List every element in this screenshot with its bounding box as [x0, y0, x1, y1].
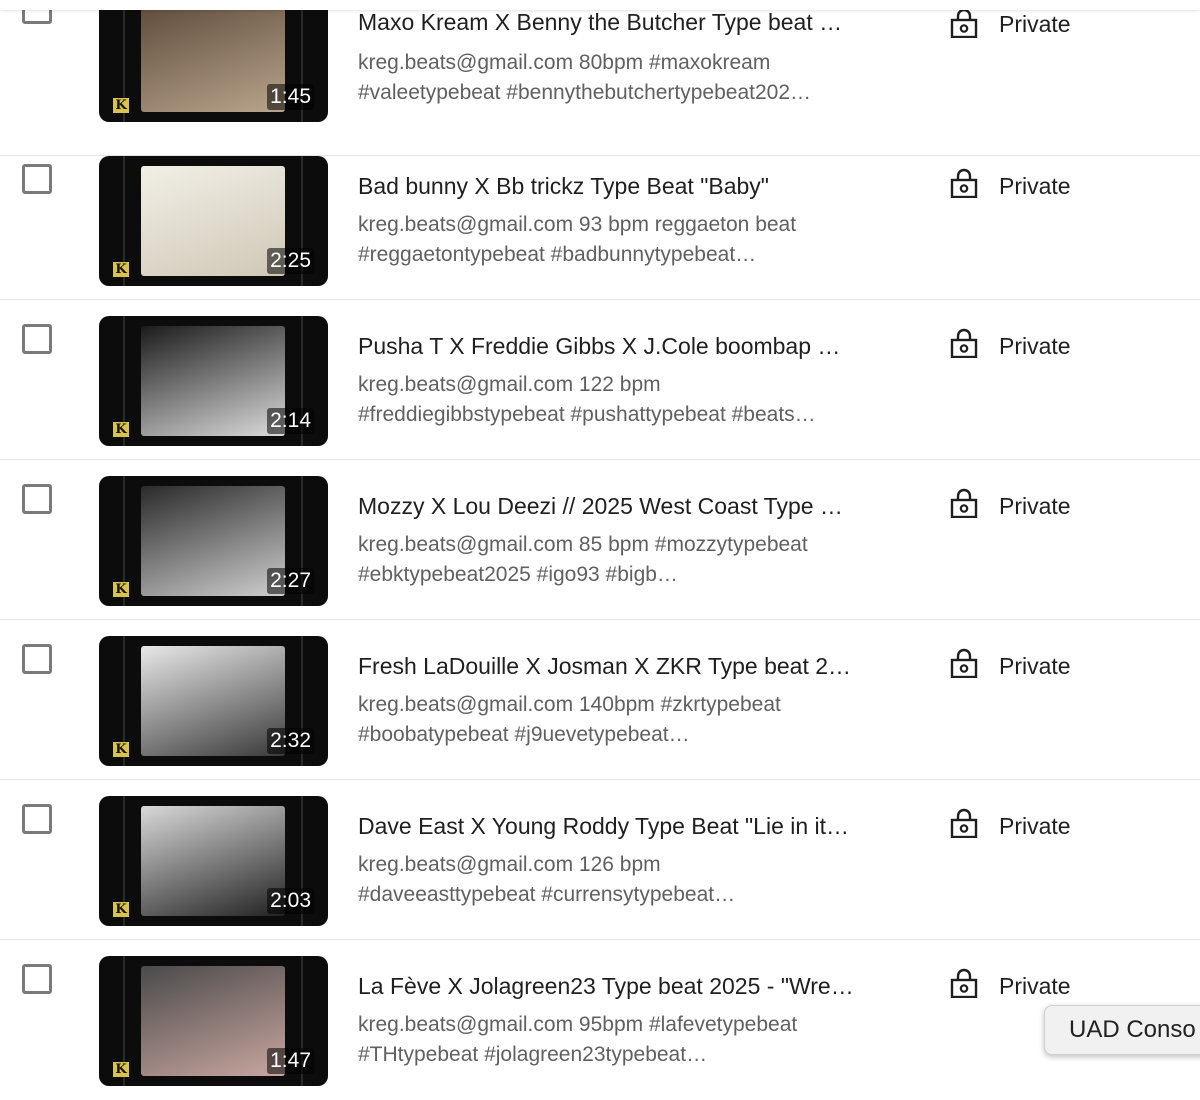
video-description-line1: kreg.beats@gmail.com 140bpm #zkrtypebeat — [358, 693, 781, 716]
row-checkbox[interactable] — [22, 164, 52, 194]
row-checkbox[interactable] — [22, 484, 52, 514]
video-title[interactable]: Fresh LaDouille X Josman X ZKR Type beat… — [358, 652, 878, 680]
visibility-status[interactable]: Private — [999, 332, 1071, 360]
thumbnail-photo — [141, 166, 285, 276]
lock-icon[interactable] — [950, 488, 978, 518]
video-thumbnail[interactable]: K 2:25 — [99, 156, 328, 286]
video-row[interactable]: K 2:14 Pusha T X Freddie Gibbs X J.Cole … — [0, 300, 1200, 460]
video-row[interactable]: K 2:25 Bad bunny X Bb trickz Type Beat "… — [0, 140, 1200, 300]
visibility-status[interactable]: Private — [999, 972, 1071, 1000]
thumbnail-photo — [141, 646, 285, 756]
video-thumbnail[interactable]: K 2:32 — [99, 636, 328, 766]
video-title[interactable]: Maxo Kream X Benny the Butcher Type beat… — [358, 8, 878, 36]
top-bar — [0, 0, 1200, 10]
visibility-status[interactable]: Private — [999, 492, 1071, 520]
channel-logo: K — [113, 742, 129, 757]
visibility-status[interactable]: Private — [999, 172, 1071, 200]
video-duration: 1:45 — [267, 84, 314, 110]
video-description-line1: kreg.beats@gmail.com 95bpm #lafevetypebe… — [358, 1013, 798, 1036]
video-description-line1: kreg.beats@gmail.com 122 bpm — [358, 373, 661, 396]
channel-logo: K — [113, 1062, 129, 1077]
video-list: K 1:45 Maxo Kream X Benny the Butcher Ty… — [0, 0, 1200, 1086]
video-description-line2: #THtypebeat #jolagreen23typebeat… — [358, 1043, 708, 1066]
video-title[interactable]: Pusha T X Freddie Gibbs X J.Cole boombap… — [358, 332, 878, 360]
video-description-line1: kreg.beats@gmail.com 93 bpm reggaeton be… — [358, 213, 797, 236]
video-description-line2: #freddiegibbstypebeat #pushattypebeat #b… — [358, 403, 816, 426]
thumbnail-photo — [141, 2, 285, 112]
video-duration: 2:03 — [267, 888, 314, 914]
visibility-status[interactable]: Private — [999, 812, 1071, 840]
row-checkbox[interactable] — [22, 804, 52, 834]
lock-icon[interactable] — [950, 168, 978, 198]
thumbnail-photo — [141, 966, 285, 1076]
video-thumbnail[interactable]: K 2:14 — [99, 316, 328, 446]
visibility-status[interactable]: Private — [999, 10, 1071, 38]
visibility-status[interactable]: Private — [999, 652, 1071, 680]
video-row[interactable]: K 1:47 La Fève X Jolagreen23 Type beat 2… — [0, 940, 1200, 1100]
channel-logo: K — [113, 422, 129, 437]
video-description-line2: #ebktypebeat2025 #igo93 #bigb… — [358, 563, 678, 586]
video-title[interactable]: Mozzy X Lou Deezi // 2025 West Coast Typ… — [358, 492, 878, 520]
lock-icon[interactable] — [950, 648, 978, 678]
video-duration: 2:32 — [267, 728, 314, 754]
video-description-line2: #boobatypebeat #j9uevetypebeat… — [358, 723, 690, 746]
thumbnail-photo — [141, 486, 285, 596]
lock-icon[interactable] — [950, 808, 978, 838]
lock-icon[interactable] — [950, 968, 978, 998]
video-thumbnail[interactable]: K 2:03 — [99, 796, 328, 926]
video-row[interactable]: K 2:32 Fresh LaDouille X Josman X ZKR Ty… — [0, 620, 1200, 780]
thumbnail-photo — [141, 806, 285, 916]
video-description-line1: kreg.beats@gmail.com 80bpm #maxokream — [358, 51, 771, 74]
video-thumbnail[interactable]: K 1:47 — [99, 956, 328, 1086]
video-row[interactable]: K 2:27 Mozzy X Lou Deezi // 2025 West Co… — [0, 460, 1200, 620]
video-description-line1: kreg.beats@gmail.com 126 bpm — [358, 853, 661, 876]
video-thumbnail[interactable]: K 1:45 — [99, 0, 328, 122]
video-duration: 2:25 — [267, 248, 314, 274]
video-row[interactable]: K 2:03 Dave East X Young Roddy Type Beat… — [0, 780, 1200, 940]
channel-logo: K — [113, 582, 129, 597]
video-description-line2: #daveeasttypebeat #currensytypebeat… — [358, 883, 736, 906]
video-duration: 2:14 — [267, 408, 314, 434]
video-title[interactable]: La Fève X Jolagreen23 Type beat 2025 - "… — [358, 972, 878, 1000]
row-checkbox[interactable] — [22, 644, 52, 674]
video-thumbnail[interactable]: K 2:27 — [99, 476, 328, 606]
channel-logo: K — [113, 902, 129, 917]
channel-logo: K — [113, 98, 129, 113]
lock-icon[interactable] — [950, 328, 978, 358]
video-description-line1: kreg.beats@gmail.com 85 bpm #mozzytypebe… — [358, 533, 808, 556]
video-description-line2: #reggaetontypebeat #badbunnytypebeat… — [358, 243, 757, 266]
thumbnail-photo — [141, 326, 285, 436]
video-duration: 1:47 — [267, 1048, 314, 1074]
video-duration: 2:27 — [267, 568, 314, 594]
row-checkbox[interactable] — [22, 964, 52, 994]
app-tooltip: UAD Conso — [1044, 1005, 1200, 1055]
video-title[interactable]: Bad bunny X Bb trickz Type Beat "Baby" — [358, 172, 878, 200]
video-row[interactable]: K 1:45 Maxo Kream X Benny the Butcher Ty… — [0, 0, 1200, 156]
video-description-line2: #valeetypebeat #bennythebutchertypebeat2… — [358, 81, 812, 104]
row-checkbox[interactable] — [22, 324, 52, 354]
channel-logo: K — [113, 262, 129, 277]
video-title[interactable]: Dave East X Young Roddy Type Beat "Lie i… — [358, 812, 878, 840]
lock-icon[interactable] — [950, 8, 978, 38]
